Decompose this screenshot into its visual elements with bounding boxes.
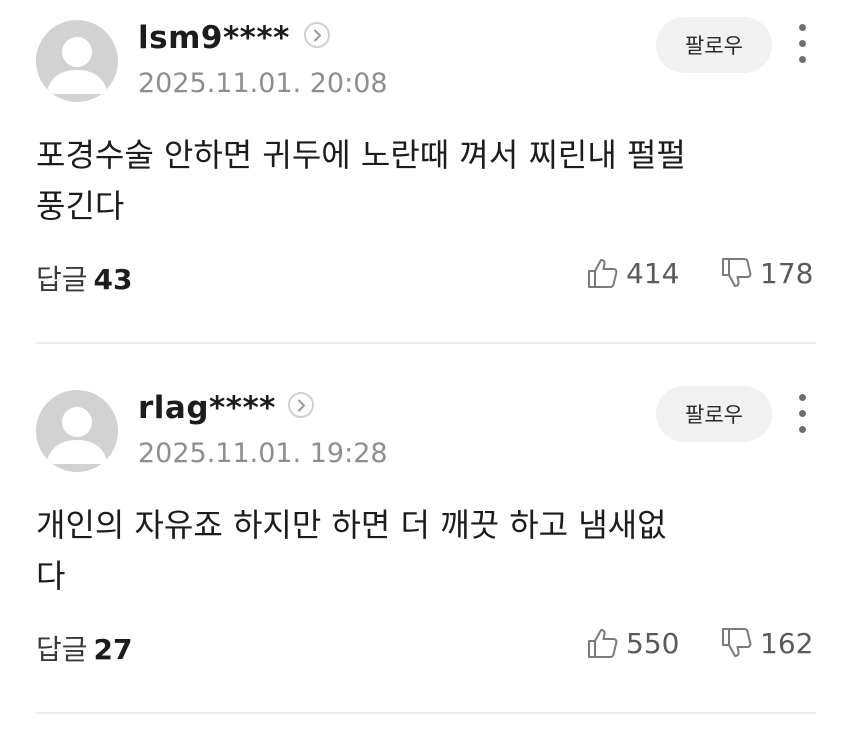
chevron-right-icon xyxy=(298,399,305,412)
more-vertical-icon xyxy=(799,24,806,31)
divider xyxy=(36,712,816,714)
more-options-button[interactable] xyxy=(792,392,814,436)
replies-count: 43 xyxy=(93,263,133,296)
avatar[interactable] xyxy=(36,20,118,102)
comment-item: rlag**** 2025.11.01. 19:28 팔로우 개인의 자유죠 하… xyxy=(0,370,850,734)
comment-item: lsm9**** 2025.11.01. 20:08 팔로우 포경수술 안하면 … xyxy=(0,0,850,370)
replies-button[interactable]: 답글 43 xyxy=(36,258,133,298)
dislike-count: 162 xyxy=(760,626,814,660)
avatar-icon xyxy=(46,407,108,464)
profile-link-button[interactable] xyxy=(288,392,314,418)
thumbs-up-icon xyxy=(588,259,618,288)
more-vertical-icon xyxy=(799,394,806,401)
username[interactable]: lsm9**** xyxy=(138,20,290,56)
thumbs-down-icon xyxy=(722,258,752,287)
comment-body: 개인의 자유죠 하지만 하면 더 깨끗 하고 냄새없 다 xyxy=(36,506,667,595)
profile-link-button[interactable] xyxy=(304,22,330,48)
dislike-button[interactable]: 162 xyxy=(720,623,813,663)
avatar-icon xyxy=(46,37,108,94)
like-button[interactable]: 414 xyxy=(586,253,679,293)
replies-count: 27 xyxy=(93,633,133,666)
chevron-right-icon xyxy=(314,29,321,42)
comment-body: 포경수술 안하면 귀두에 노란때 껴서 찌린내 펄펄 풍긴다 xyxy=(36,136,686,225)
replies-button[interactable]: 답글 27 xyxy=(36,628,133,668)
dislike-count: 178 xyxy=(760,256,814,290)
follow-button[interactable]: 팔로우 xyxy=(656,386,772,442)
divider xyxy=(36,342,816,344)
like-button[interactable]: 550 xyxy=(586,623,679,663)
replies-label: 답글 xyxy=(36,263,88,296)
username[interactable]: rlag**** xyxy=(138,390,276,426)
dislike-button[interactable]: 178 xyxy=(720,253,813,293)
like-count: 414 xyxy=(626,256,680,290)
thumbs-down-icon xyxy=(722,628,752,657)
comment-date: 2025.11.01. 20:08 xyxy=(138,68,388,99)
avatar[interactable] xyxy=(36,390,118,472)
comment-date: 2025.11.01. 19:28 xyxy=(138,438,388,469)
thumbs-up-icon xyxy=(588,629,618,658)
like-count: 550 xyxy=(626,626,680,660)
follow-button[interactable]: 팔로우 xyxy=(656,17,772,73)
replies-label: 답글 xyxy=(36,633,88,666)
more-options-button[interactable] xyxy=(792,22,814,66)
